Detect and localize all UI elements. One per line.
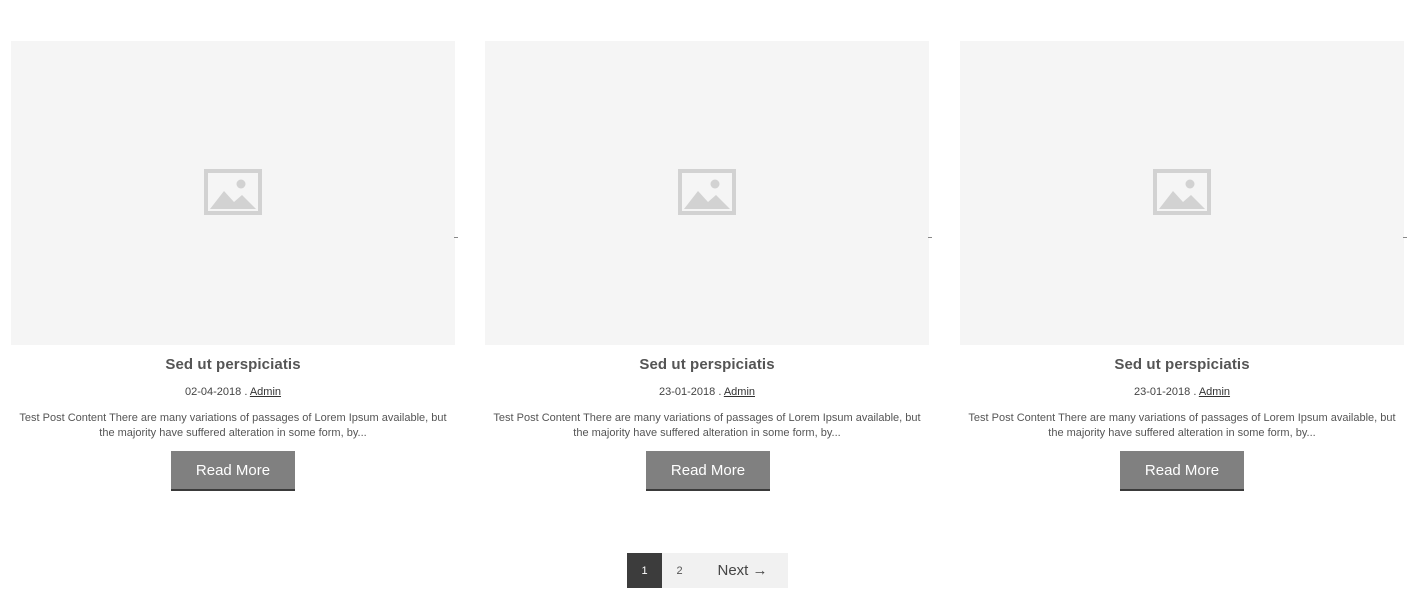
post-meta: 23-01-2018 . Admin (485, 386, 929, 398)
author-link[interactable]: Admin (250, 386, 281, 398)
read-more-button[interactable]: Read More (1120, 451, 1244, 491)
post-date: 02-04-2018 (184, 386, 242, 398)
post-meta: 23-01-2018 . Admin (960, 386, 1404, 398)
post-thumbnail[interactable] (11, 41, 455, 345)
page-2-link[interactable]: 2 (662, 553, 697, 588)
read-more-button[interactable]: Read More (171, 451, 295, 491)
post-thumbnail[interactable] (485, 41, 929, 345)
meta-separator: . (715, 386, 724, 398)
post-card: Sed ut perspiciatis 23-01-2018 . Admin T… (960, 41, 1404, 491)
column-divider-mark (454, 237, 458, 238)
post-card: Sed ut perspiciatis 02-04-2018 . Admin T… (11, 41, 455, 491)
post-title[interactable]: Sed ut perspiciatis (960, 356, 1404, 373)
image-placeholder-icon (1153, 169, 1211, 215)
post-title[interactable]: Sed ut perspiciatis (485, 356, 929, 373)
column-divider-mark (928, 237, 932, 238)
page-1-current: 1 (627, 553, 662, 588)
post-date: 23-01-2018 (1133, 386, 1191, 398)
read-more-button[interactable]: Read More (646, 451, 770, 491)
post-meta: 02-04-2018 . Admin (11, 386, 455, 398)
post-excerpt: Test Post Content There are many variati… (19, 412, 447, 439)
pagination: 1 2 Next → (627, 553, 788, 588)
column-divider-mark (1403, 237, 1407, 238)
post-thumbnail[interactable] (960, 41, 1404, 345)
post-date: 23-01-2018 (658, 386, 716, 398)
author-link[interactable]: Admin (1199, 386, 1230, 398)
image-placeholder-icon (204, 169, 262, 215)
meta-separator: . (241, 386, 250, 398)
post-title[interactable]: Sed ut perspiciatis (11, 356, 455, 373)
meta-separator: . (1190, 386, 1199, 398)
author-link[interactable]: Admin (724, 386, 755, 398)
post-excerpt: Test Post Content There are many variati… (493, 412, 921, 439)
post-excerpt: Test Post Content There are many variati… (968, 412, 1396, 439)
post-grid: Sed ut perspiciatis 02-04-2018 . Admin T… (0, 41, 1417, 501)
image-placeholder-icon (678, 169, 736, 215)
post-card: Sed ut perspiciatis 23-01-2018 . Admin T… (485, 41, 929, 491)
next-page-link[interactable]: Next → (697, 553, 788, 588)
